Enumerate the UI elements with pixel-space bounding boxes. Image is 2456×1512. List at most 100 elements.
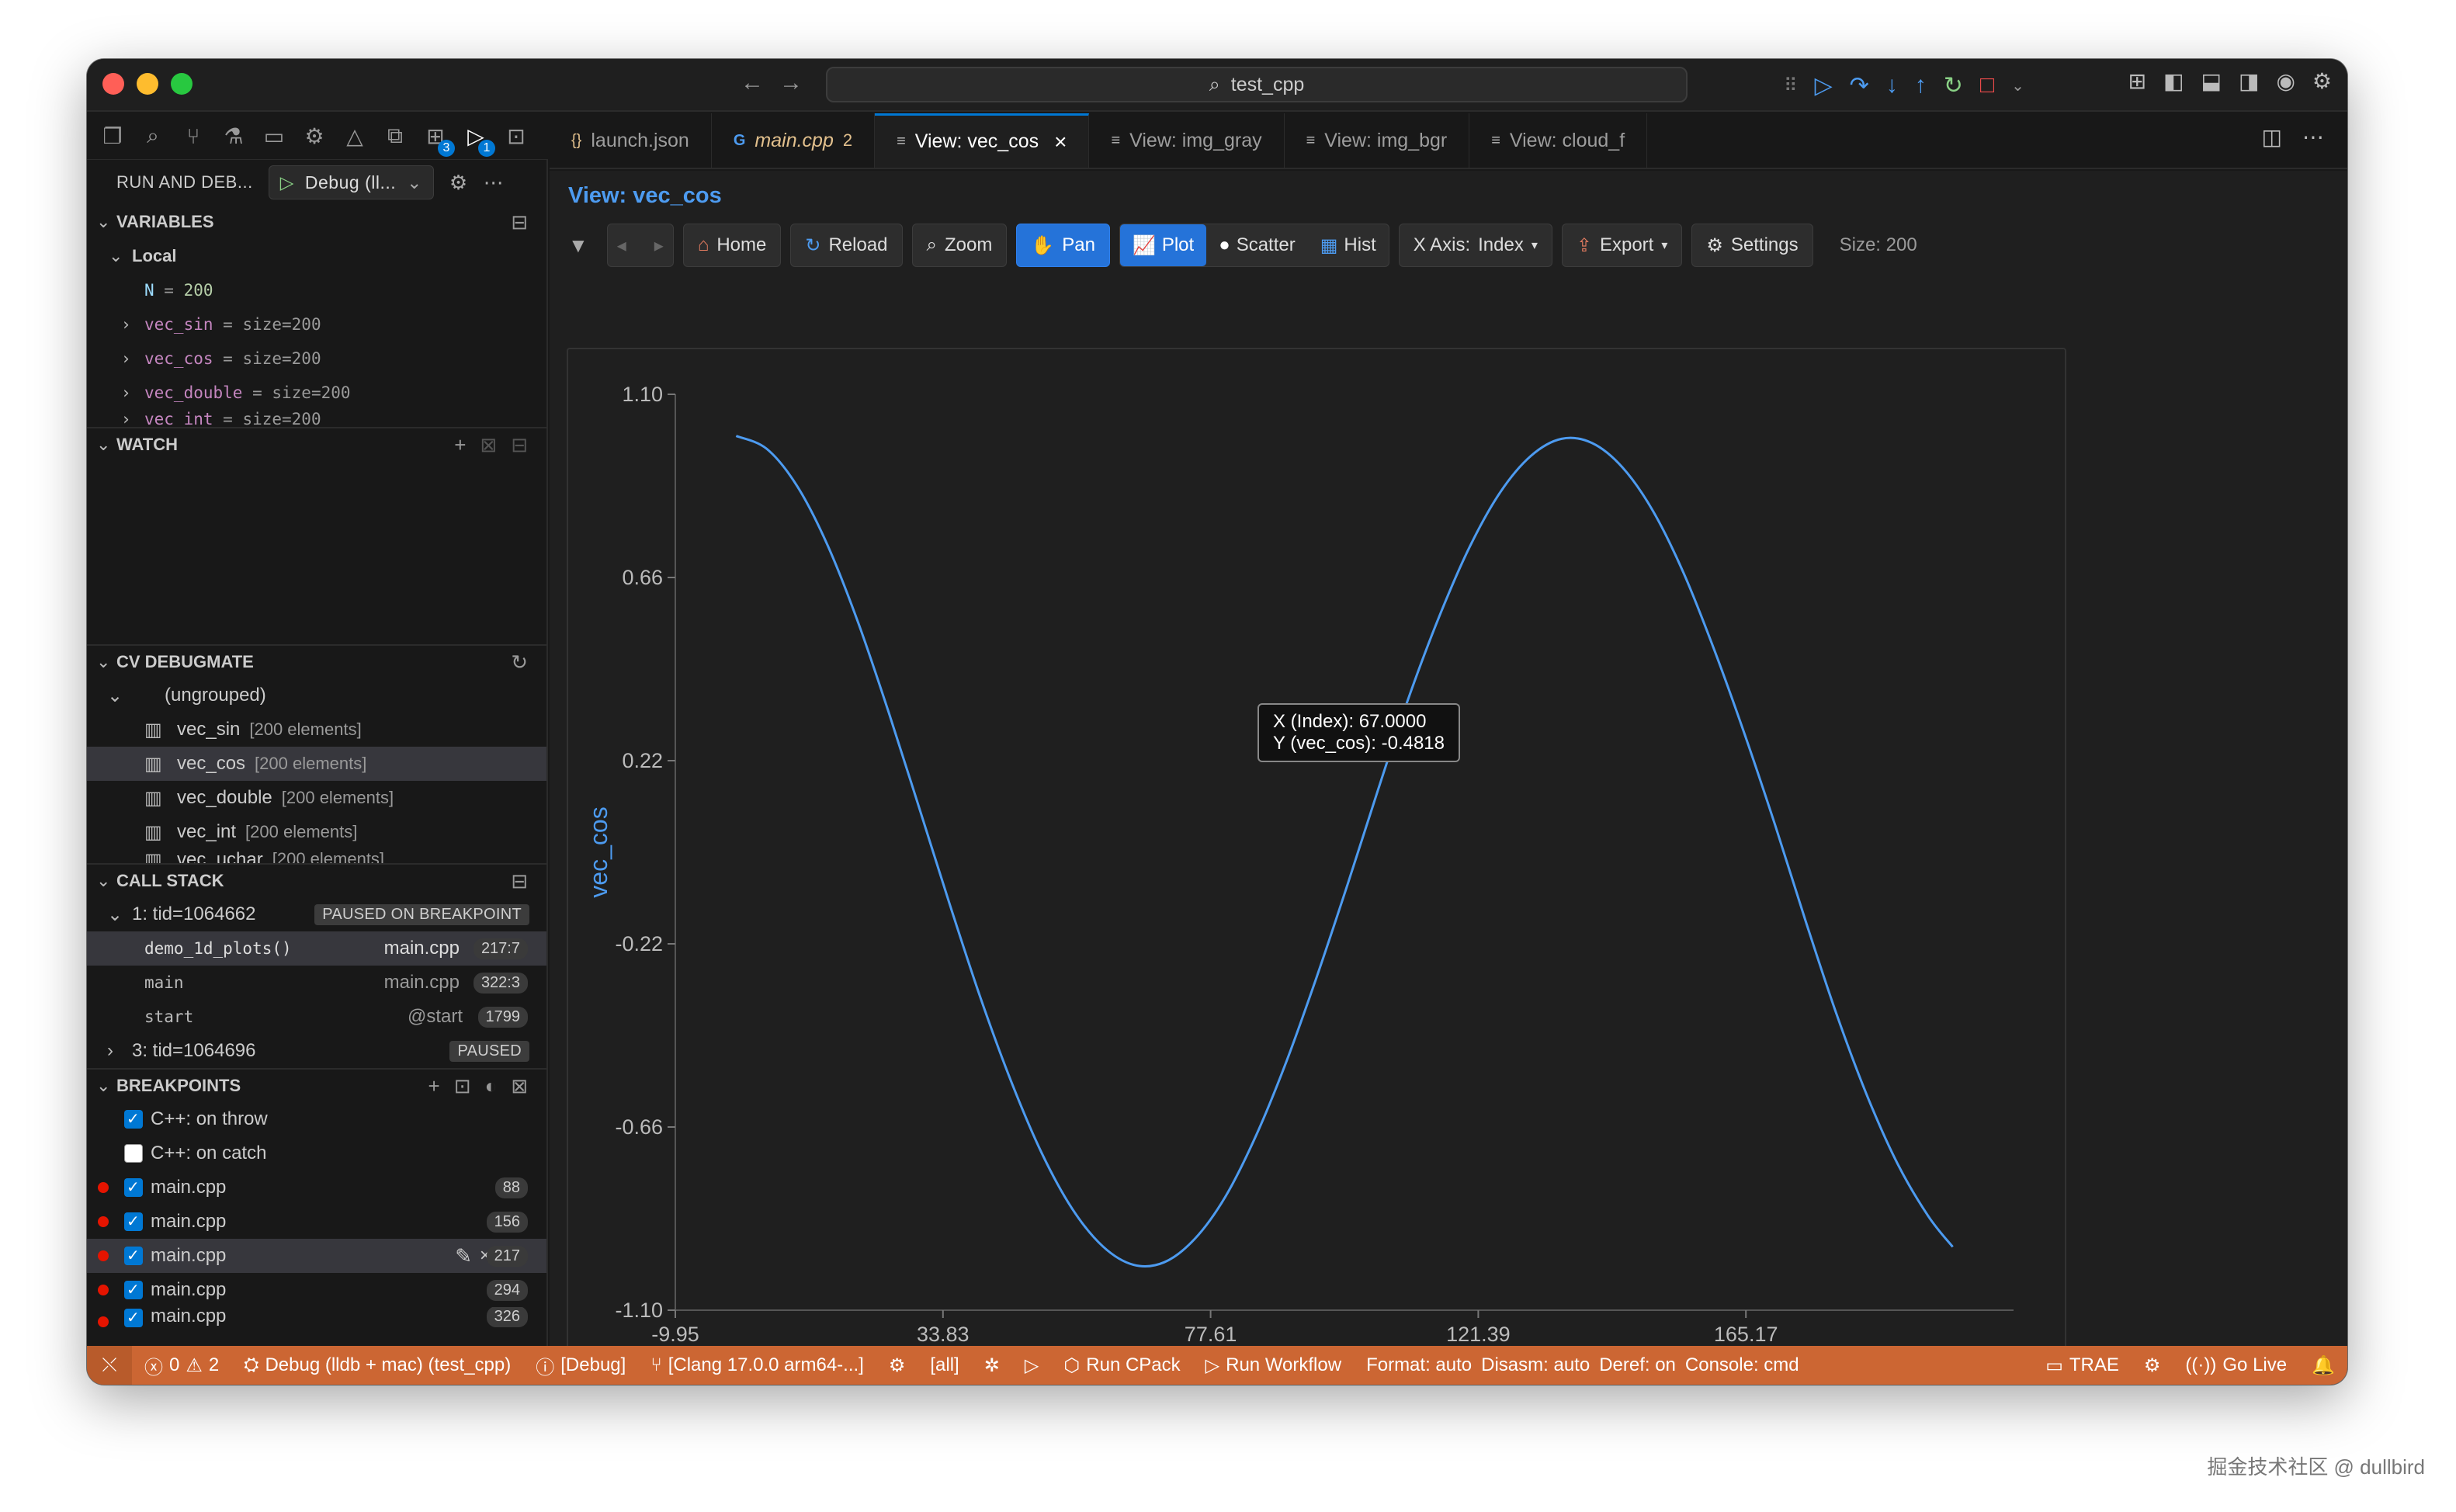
- stack-frame-row[interactable]: demo_1d_plots() main.cpp 217:7: [87, 931, 546, 966]
- reload-button[interactable]: ↻ Reload: [790, 224, 903, 267]
- run-cpack-button[interactable]: ⬡ Run CPack: [1051, 1346, 1192, 1385]
- console-indicator[interactable]: Console: cmd: [1681, 1346, 1804, 1385]
- gitlens-icon[interactable]: ⚙: [303, 123, 326, 149]
- search-icon[interactable]: ⌕: [141, 123, 165, 149]
- remove-all-icon[interactable]: ⊠: [480, 433, 497, 457]
- prev-icon[interactable]: ◂: [617, 234, 626, 257]
- trae-indicator[interactable]: ▭ TRAE: [2033, 1346, 2132, 1385]
- scatter-mode-button[interactable]: ● Scatter: [1206, 224, 1308, 266]
- breakpoint-row[interactable]: main.cpp 294: [87, 1273, 546, 1307]
- variable-row[interactable]: N = 200: [87, 273, 546, 307]
- next-icon[interactable]: ▸: [654, 234, 664, 257]
- testing-icon[interactable]: ⚗: [222, 123, 245, 149]
- debug-target-button[interactable]: ✲: [972, 1346, 1012, 1385]
- breakpoint-row[interactable]: main.cpp 88: [87, 1170, 546, 1205]
- toggle-breakpoints-icon[interactable]: ⊡: [454, 1074, 471, 1098]
- tab-view-img-gray[interactable]: ≡ View: img_gray: [1089, 113, 1285, 168]
- more-icon[interactable]: ⋯: [484, 171, 505, 195]
- home-button[interactable]: ⌂ Home: [682, 224, 782, 267]
- cv-variable-row[interactable]: ▥ vec_int [200 elements]: [87, 815, 546, 849]
- zoom-button[interactable]: ⌕ Zoom: [911, 224, 1008, 267]
- refresh-icon[interactable]: ↻: [511, 650, 528, 675]
- group-row[interactable]: ⌄ (ungrouped): [87, 678, 546, 713]
- chevron-right-icon[interactable]: ›: [121, 383, 144, 402]
- cv-variable-row[interactable]: ▥ vec_sin [200 elements]: [87, 713, 546, 747]
- function-breakpoint-icon[interactable]: ◐: [484, 1074, 497, 1098]
- chevron-right-icon[interactable]: ›: [121, 410, 144, 427]
- plot-mode-button[interactable]: 📈 Plot: [1119, 224, 1207, 266]
- breakpoints-section-header[interactable]: ⌄ BREAKPOINTS + ⊡ ◐ ⊠: [87, 1068, 546, 1102]
- collapse-all-icon[interactable]: ⊟: [511, 869, 528, 893]
- stop-icon[interactable]: □: [1980, 72, 1994, 99]
- call-stack-section-header[interactable]: ⌄ CALL STACK ⊟: [87, 863, 546, 897]
- drag-handle-icon[interactable]: ⠿: [1784, 75, 1798, 97]
- gear-icon[interactable]: ⚙: [2312, 68, 2332, 94]
- scope-local[interactable]: ⌄ Local: [87, 239, 546, 273]
- restart-icon[interactable]: ↻: [1944, 72, 1963, 99]
- gear-icon[interactable]: ⚙: [449, 171, 468, 195]
- toggle-panel-icon[interactable]: ⬓: [2201, 68, 2222, 94]
- source-control-icon[interactable]: ⑂: [182, 124, 205, 149]
- x-axis-select[interactable]: X Axis: Index ▾: [1398, 224, 1552, 267]
- outline-icon[interactable]: ⧉: [383, 123, 407, 149]
- variables-section-header[interactable]: ⌄ VARIABLES ⊟: [87, 205, 546, 239]
- run-workflow-button[interactable]: ▷ Run Workflow: [1193, 1346, 1354, 1385]
- go-live-button[interactable]: ((·)) Go Live: [2173, 1346, 2299, 1385]
- collapse-all-icon[interactable]: ⊟: [511, 433, 528, 457]
- cv-variable-row[interactable]: ▥ vec_uchar [200 elements]: [87, 849, 546, 863]
- collapse-all-icon[interactable]: ⊟: [511, 210, 528, 234]
- remove-all-breakpoints-icon[interactable]: ⊠: [511, 1074, 528, 1098]
- breakpoint-row[interactable]: main.cpp 156: [87, 1205, 546, 1239]
- tab-main-cpp[interactable]: G main.cpp 2: [712, 113, 876, 168]
- format-indicator[interactable]: Format: auto: [1354, 1346, 1476, 1385]
- checkbox-checked[interactable]: [124, 1246, 143, 1265]
- thread-row[interactable]: › 3: tid=1064696 PAUSED: [87, 1034, 546, 1068]
- stack-frame-row[interactable]: main main.cpp 322:3: [87, 966, 546, 1000]
- toggle-secondary-sidebar-icon[interactable]: ◨: [2239, 68, 2259, 94]
- deref-indicator[interactable]: Deref: on: [1594, 1346, 1681, 1385]
- cmake-icon[interactable]: △: [343, 123, 366, 149]
- run-debug-icon[interactable]: ▷ 1: [464, 123, 495, 157]
- checkbox-checked[interactable]: [124, 1109, 143, 1129]
- cv-variable-row[interactable]: ▥ vec_cos [200 elements]: [87, 747, 546, 781]
- breakpoint-row[interactable]: main.cpp 326: [87, 1307, 546, 1327]
- close-window-button[interactable]: [102, 73, 124, 95]
- notifications-button[interactable]: 🔔: [2299, 1346, 2347, 1385]
- remote-explorer-icon[interactable]: ▭: [262, 123, 286, 149]
- continue-icon[interactable]: ▷: [1815, 72, 1833, 99]
- split-editor-icon[interactable]: ◫: [2262, 124, 2282, 150]
- customize-layout-icon[interactable]: ⊞: [2128, 68, 2146, 94]
- debug-config-select[interactable]: ▷ Debug (ll... ⌄: [268, 165, 434, 199]
- tab-view-cloud-f[interactable]: ≡ View: cloud_f: [1469, 113, 1648, 168]
- remote-indicator[interactable]: ⤬: [87, 1346, 132, 1385]
- settings-button[interactable]: ⚙ Settings: [1691, 224, 1813, 267]
- checkbox-checked[interactable]: [124, 1177, 143, 1197]
- variable-row[interactable]: › vec_sin = size=200: [87, 307, 546, 342]
- minimize-window-button[interactable]: [137, 73, 158, 95]
- thread-row[interactable]: ⌄ 1: tid=1064662 PAUSED ON BREAKPOINT: [87, 897, 546, 931]
- exception-breakpoint-row[interactable]: C++: on catch: [87, 1136, 546, 1170]
- chevron-right-icon[interactable]: ›: [121, 349, 144, 368]
- kit-indicator[interactable]: ⑂ [Clang 17.0.0 arm64-...]: [638, 1346, 876, 1385]
- remote-icon[interactable]: ⊡: [505, 123, 528, 149]
- back-arrow-icon[interactable]: ←: [741, 70, 764, 96]
- exception-breakpoint-row[interactable]: C++: on throw: [87, 1102, 546, 1136]
- line-chart[interactable]: 1.10 0.66 0.22 -0.22 -0.66 -1.10-9.95 33.83 77.…: [568, 349, 2065, 1385]
- copilot-indicator[interactable]: ⚙: [2132, 1346, 2173, 1385]
- collapse-toolbar-icon[interactable]: ▼: [568, 234, 588, 258]
- start-debugging-icon[interactable]: ▷: [280, 172, 294, 193]
- checkbox-checked[interactable]: [124, 1308, 143, 1327]
- command-center[interactable]: ⌕ test_cpp: [826, 67, 1688, 102]
- export-button[interactable]: ⇪ Export ▾: [1561, 224, 1683, 267]
- chevron-right-icon[interactable]: ›: [121, 315, 144, 334]
- pan-button[interactable]: ✋ Pan: [1016, 224, 1110, 267]
- breakpoint-row[interactable]: main.cpp ✎ × 217: [87, 1239, 546, 1273]
- variable-row[interactable]: › vec_int = size=200: [87, 410, 546, 427]
- close-icon[interactable]: ×: [1054, 130, 1067, 154]
- add-breakpoint-icon[interactable]: +: [428, 1074, 440, 1098]
- problems-indicator[interactable]: ⓧ 0 ⚠ 2: [132, 1346, 231, 1385]
- tab-view-img-bgr[interactable]: ≡ View: img_bgr: [1285, 113, 1470, 168]
- checkbox-checked[interactable]: [124, 1280, 143, 1299]
- disasm-indicator[interactable]: Disasm: auto: [1476, 1346, 1594, 1385]
- add-expression-icon[interactable]: +: [454, 433, 466, 457]
